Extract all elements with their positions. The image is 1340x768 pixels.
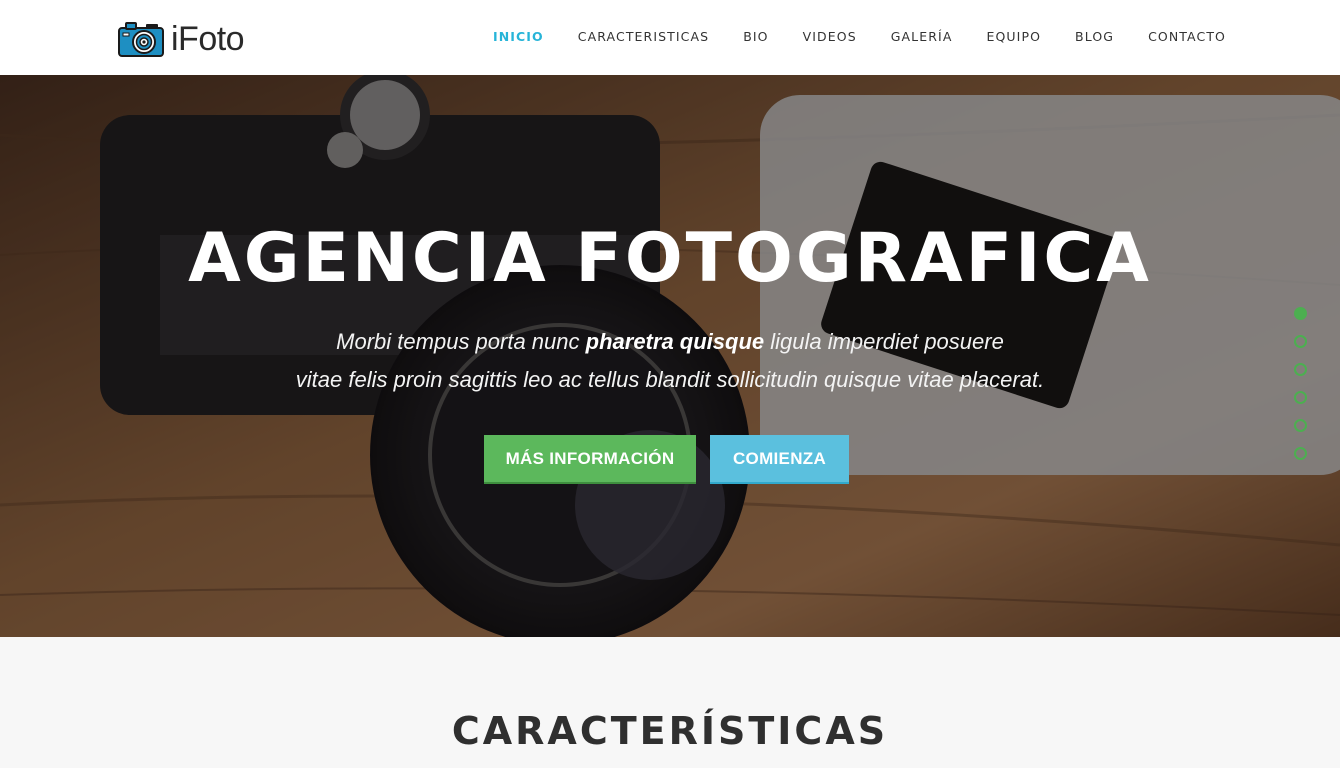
nav-item-galeria[interactable]: GALERÍA [891, 28, 953, 46]
hero-subtitle-part2: ligula imperdiet posuere [764, 329, 1004, 354]
slider-dot-5[interactable] [1294, 419, 1307, 432]
nav-item-inicio[interactable]: INICIO [493, 28, 544, 46]
nav-item-bio[interactable]: BIO [743, 28, 768, 46]
hero-section: AGENCIA FOTOGRAFICA Morbi tempus porta n… [0, 75, 1340, 637]
hero-subtitle-bold: pharetra quisque [585, 329, 765, 354]
nav-item-blog[interactable]: BLOG [1075, 28, 1114, 46]
slider-dot-2[interactable] [1294, 335, 1307, 348]
start-button[interactable]: COMIENZA [710, 435, 849, 482]
logo-text: iFoto [171, 20, 245, 58]
features-section: CARACTERÍSTICAS [0, 637, 1340, 768]
more-info-button[interactable]: MÁS INFORMACIÓN [484, 435, 696, 482]
nav-item-videos[interactable]: VIDEOS [803, 28, 857, 46]
nav-item-equipo[interactable]: EQUIPO [986, 28, 1041, 46]
slider-dot-1[interactable] [1294, 307, 1307, 320]
hero-title: AGENCIA FOTOGRAFICA [188, 219, 1152, 298]
logo[interactable]: iFoto [118, 20, 245, 58]
hero-subtitle: Morbi tempus porta nunc pharetra quisque… [220, 323, 1120, 399]
nav-item-contacto[interactable]: CONTACTO [1148, 28, 1226, 46]
main-nav: INICIO CARACTERISTICAS BIO VIDEOS GALERÍ… [493, 28, 1226, 46]
hero-subtitle-line2: vitae felis proin sagittis leo ac tellus… [295, 367, 1045, 392]
nav-item-caracteristicas[interactable]: CARACTERISTICAS [578, 28, 709, 46]
slider-pagination [1294, 307, 1308, 475]
site-header: iFoto INICIO CARACTERISTICAS BIO VIDEOS … [0, 0, 1340, 75]
slider-dot-6[interactable] [1294, 447, 1307, 460]
slider-dot-3[interactable] [1294, 363, 1307, 376]
slider-dot-4[interactable] [1294, 391, 1307, 404]
features-title: CARACTERÍSTICAS [451, 709, 889, 753]
camera-icon [118, 22, 164, 57]
hero-subtitle-part1: Morbi tempus porta nunc [336, 329, 586, 354]
